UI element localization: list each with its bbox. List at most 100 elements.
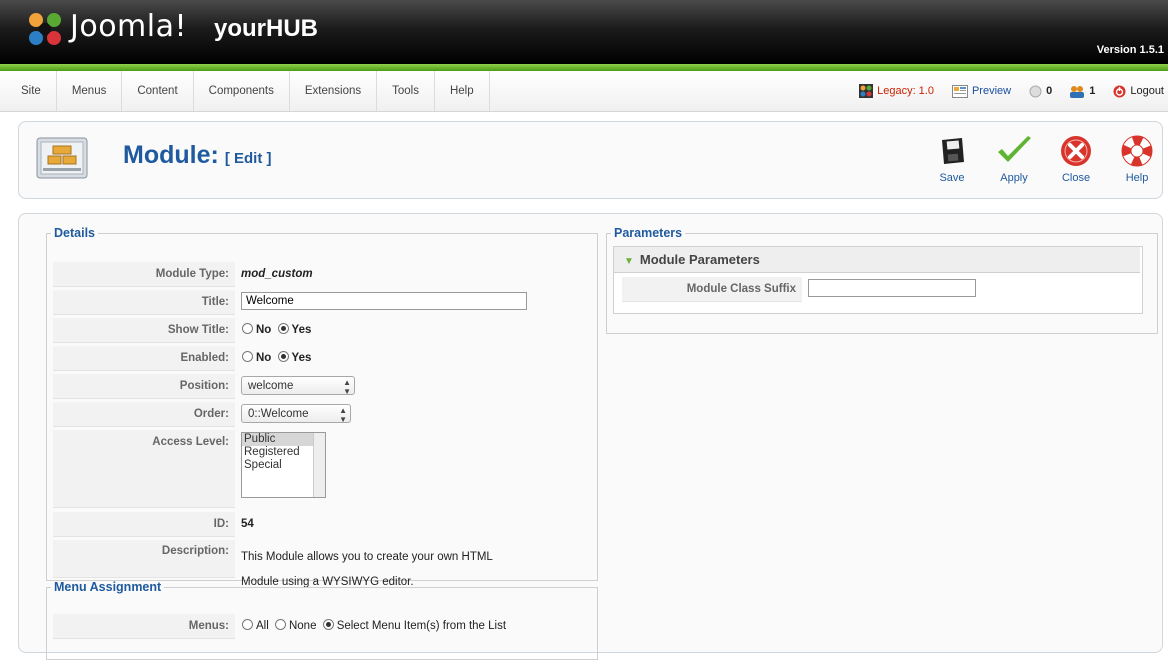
module-parameters-toggle[interactable]: ▼ Module Parameters bbox=[614, 247, 1140, 273]
legacy-icon bbox=[859, 84, 874, 98]
save-label: Save bbox=[939, 172, 965, 184]
close-label: Close bbox=[1061, 172, 1091, 184]
menus-select-label: Select Menu Item(s) from the List bbox=[336, 620, 507, 632]
access-level-row: Access Level: Public Registered Special bbox=[53, 430, 591, 510]
apply-button[interactable]: Apply bbox=[989, 132, 1039, 194]
enabled-label: Enabled: bbox=[53, 346, 235, 371]
menu-item-menus[interactable]: Menus bbox=[57, 71, 123, 111]
save-icon bbox=[942, 138, 964, 164]
menu-item-tools[interactable]: Tools bbox=[377, 71, 435, 111]
preview-link[interactable]: Preview bbox=[951, 84, 1012, 98]
description-value: This Module allows you to create your ow… bbox=[241, 540, 493, 588]
enabled-yes-label: Yes bbox=[291, 352, 312, 364]
enabled-radio-group: No Yes bbox=[241, 346, 313, 371]
main-menu-bar: Site Menus Content Components Extensions… bbox=[0, 71, 1168, 112]
close-icon bbox=[1061, 136, 1091, 166]
module-parameters-panel: ▼ Module Parameters Module Class Suffix bbox=[613, 246, 1143, 314]
title-row: Title: bbox=[53, 290, 591, 317]
class-suffix-input[interactable] bbox=[808, 279, 976, 297]
show-title-radio-group: No Yes bbox=[241, 318, 313, 343]
menu-item-content[interactable]: Content bbox=[122, 71, 194, 111]
expand-triangle-icon: ▼ bbox=[624, 256, 634, 267]
messages-count: 0 bbox=[1046, 85, 1053, 97]
enabled-row: Enabled: No Yes bbox=[53, 346, 591, 373]
header-accent-bar bbox=[0, 64, 1168, 71]
logout-icon bbox=[1113, 85, 1126, 97]
preview-label: Preview bbox=[971, 85, 1012, 97]
page-title: Module: [ Edit ] bbox=[123, 141, 271, 170]
help-button[interactable]: Help bbox=[1112, 132, 1162, 194]
class-suffix-label: Module Class Suffix bbox=[622, 277, 802, 302]
page-title-text: Module: bbox=[123, 141, 219, 169]
description-row: Description: This Module allows you to c… bbox=[53, 540, 591, 588]
menu-items: Site Menus Content Components Extensions… bbox=[6, 71, 490, 111]
listbox-scrollbar[interactable] bbox=[313, 433, 325, 497]
status-area: Legacy: 1.0 Preview 0 1 Logout bbox=[841, 71, 1168, 111]
id-value: 54 bbox=[241, 518, 254, 530]
enabled-yes-radio[interactable] bbox=[277, 351, 289, 362]
logout-link[interactable]: Logout bbox=[1113, 85, 1164, 98]
order-row: Order: 0::Welcome ▲ ▼ bbox=[53, 402, 591, 429]
apply-label: Apply bbox=[1000, 172, 1028, 184]
menus-label: Menus: bbox=[53, 614, 235, 639]
menu-item-site[interactable]: Site bbox=[6, 71, 57, 111]
menus-none-radio[interactable] bbox=[274, 619, 286, 630]
order-selected-value: 0::Welcome bbox=[248, 408, 309, 420]
parameters-legend: Parameters bbox=[614, 226, 683, 240]
description-label: Description: bbox=[53, 540, 235, 578]
menus-all-radio[interactable] bbox=[242, 619, 253, 630]
page-subtitle: [ Edit ] bbox=[224, 150, 272, 167]
module-manager-icon bbox=[36, 137, 88, 179]
users-status[interactable]: 1 bbox=[1070, 85, 1095, 98]
show-title-label: Show Title: bbox=[53, 318, 235, 343]
enabled-no-label: No bbox=[256, 352, 272, 364]
menus-none-label: None bbox=[288, 620, 317, 632]
version-label: Version 1.5.1 bbox=[1096, 44, 1164, 56]
menu-item-components[interactable]: Components bbox=[194, 71, 290, 111]
class-suffix-row: Module Class Suffix bbox=[622, 277, 1132, 304]
site-name: yourHUB bbox=[214, 15, 319, 42]
title-label: Title: bbox=[53, 290, 235, 315]
menus-radio-group: All None Select Menu Item(s) from the Li… bbox=[241, 614, 508, 639]
toolbar-box: Module: [ Edit ] Save Apply Close Help bbox=[18, 121, 1163, 199]
legacy-status[interactable]: Legacy: 1.0 bbox=[859, 84, 934, 98]
menu-assignment-fieldset: Menu Assignment Menus: All None Select M… bbox=[46, 580, 598, 660]
menus-select-radio[interactable] bbox=[322, 619, 334, 630]
close-button[interactable]: Close bbox=[1051, 132, 1101, 194]
parameters-fieldset: Parameters ▼ Module Parameters Module Cla… bbox=[606, 226, 1158, 334]
position-selected-value: welcome bbox=[248, 380, 294, 392]
access-level-label: Access Level: bbox=[53, 430, 235, 508]
menu-item-help[interactable]: Help bbox=[435, 71, 490, 111]
users-icon bbox=[1070, 85, 1085, 98]
show-title-row: Show Title: No Yes bbox=[53, 318, 591, 345]
module-type-label: Module Type: bbox=[53, 262, 235, 287]
select-arrows-icon: ▲ ▼ bbox=[339, 406, 347, 424]
id-row: ID: 54 bbox=[53, 512, 591, 539]
show-title-yes-radio[interactable] bbox=[277, 323, 289, 334]
logout-label: Logout bbox=[1130, 85, 1164, 97]
show-title-no-radio[interactable] bbox=[242, 323, 253, 334]
show-title-no-label: No bbox=[256, 324, 272, 336]
save-button[interactable]: Save bbox=[927, 132, 977, 194]
details-fieldset: Details Module Type: mod_custom Title: S… bbox=[46, 226, 598, 588]
menus-row: Menus: All None Select Menu Item(s) from… bbox=[53, 614, 591, 641]
joomla-logo-icon bbox=[29, 13, 61, 45]
position-row: Position: welcome ▲ ▼ bbox=[53, 374, 591, 401]
description-line-1: This Module allows you to create your ow… bbox=[241, 551, 493, 563]
menu-assignment-legend: Menu Assignment bbox=[54, 580, 162, 594]
title-input[interactable] bbox=[241, 292, 527, 310]
admin-header: Joomla! yourHUB Version 1.5.1 bbox=[0, 0, 1168, 64]
menus-all-label: All bbox=[256, 620, 269, 632]
module-parameters-title: Module Parameters bbox=[639, 252, 760, 267]
order-label: Order: bbox=[53, 402, 235, 427]
position-label: Position: bbox=[53, 374, 235, 399]
enabled-no-radio[interactable] bbox=[242, 351, 253, 362]
legacy-label: Legacy: 1.0 bbox=[877, 85, 934, 97]
brand-name: Joomla! bbox=[70, 9, 188, 44]
messages-status[interactable]: 0 bbox=[1029, 85, 1052, 98]
menu-item-extensions[interactable]: Extensions bbox=[290, 71, 378, 111]
position-select[interactable]: welcome ▲ ▼ bbox=[241, 376, 355, 396]
show-title-yes-label: Yes bbox=[291, 324, 312, 336]
access-level-listbox[interactable]: Public Registered Special bbox=[241, 432, 326, 498]
order-select[interactable]: 0::Welcome ▲ ▼ bbox=[241, 404, 351, 424]
